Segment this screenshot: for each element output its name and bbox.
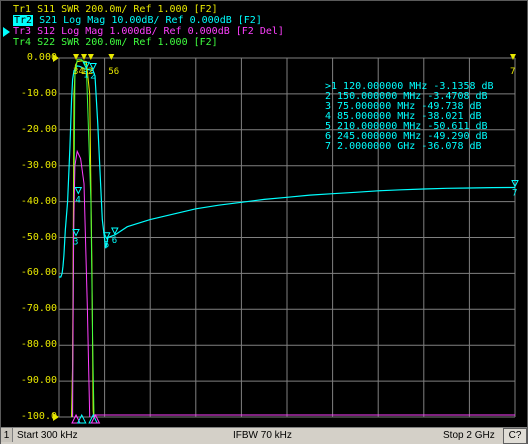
top-marker-label: 56 bbox=[108, 67, 119, 77]
marker-5-label: 5 bbox=[104, 241, 109, 251]
top-marker-icon bbox=[108, 54, 115, 60]
marker-6-label: 6 bbox=[112, 236, 117, 246]
top-marker-label: 2 bbox=[88, 67, 93, 77]
marker-3-label: 3 bbox=[73, 238, 78, 248]
status-bar: 1 Start 300 kHz IFBW 70 kHz Stop 2 GHz C… bbox=[1, 427, 527, 444]
marker-table-row-7: 7 2.0000000 GHz -36.078 dB bbox=[325, 141, 482, 152]
top-marker-icon bbox=[73, 54, 80, 60]
stop-frequency[interactable]: Stop 2 GHz bbox=[443, 430, 495, 441]
ref-level-arrow-icon bbox=[53, 54, 59, 62]
trace-s12 bbox=[72, 149, 91, 418]
top-marker-icon bbox=[81, 54, 88, 60]
marker-7-label: 7 bbox=[512, 189, 517, 199]
marker-4-icon bbox=[74, 186, 83, 195]
top-marker-label: 34 bbox=[73, 67, 84, 77]
channel-number[interactable]: 1 bbox=[1, 428, 13, 442]
analyzer-window: Tr1 S11 SWR 200.0m/ Ref 1.000 [F2] Tr2 S2… bbox=[0, 0, 528, 444]
marker-4-label: 4 bbox=[75, 195, 80, 205]
top-marker-icon bbox=[87, 54, 94, 60]
correction-status[interactable]: C? bbox=[503, 428, 527, 444]
plot-area[interactable]: 1 2345 67134 2 56 7>1 120.000000 MHz -3.1358 … bbox=[1, 1, 527, 427]
ref-level-arrow-icon bbox=[53, 413, 59, 421]
start-frequency[interactable]: Start 300 kHz bbox=[17, 430, 78, 441]
top-marker-label: 7 bbox=[510, 67, 515, 77]
ifbw-setting[interactable]: IFBW 70 kHz bbox=[233, 430, 292, 441]
